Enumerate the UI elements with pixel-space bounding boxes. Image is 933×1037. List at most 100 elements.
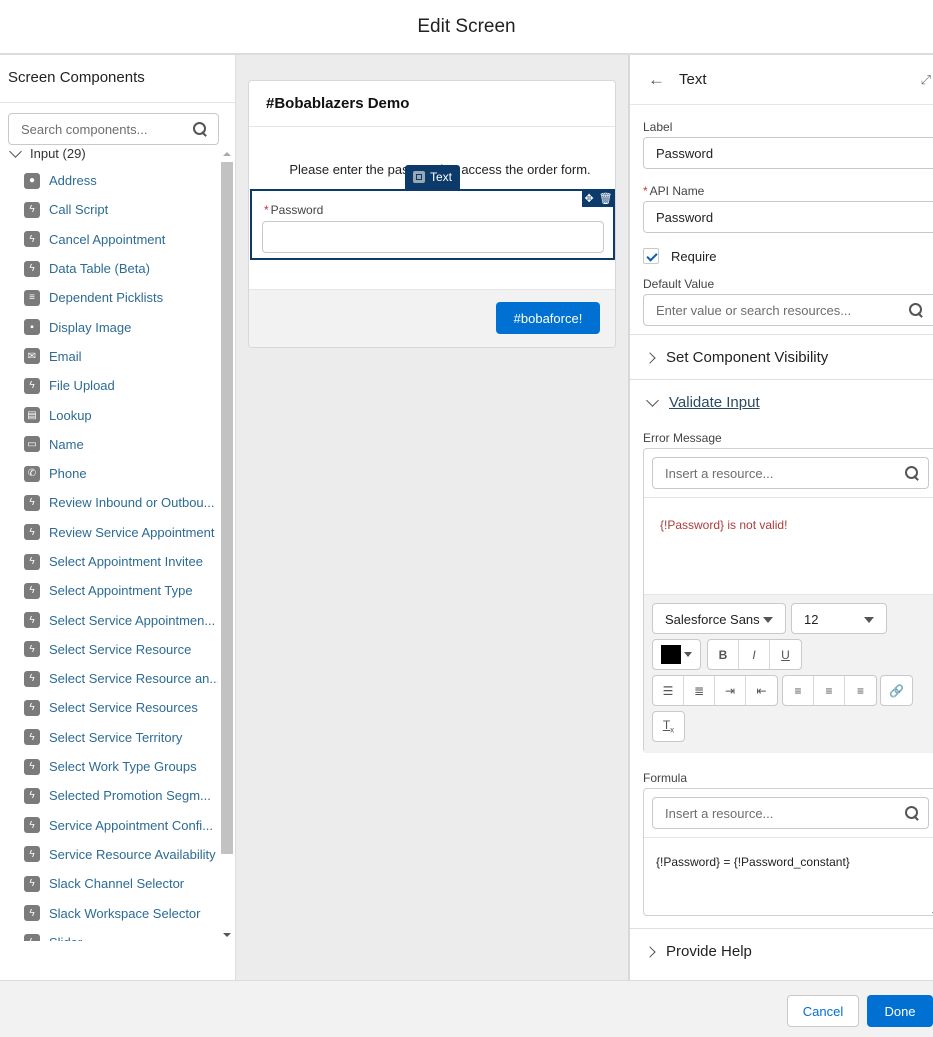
search-icon [905, 806, 920, 821]
list-item[interactable]: ϟ Data Table (Beta) [0, 254, 218, 283]
list-item[interactable]: ▤ Lookup [0, 400, 218, 429]
scroll-down-arrow[interactable] [223, 933, 231, 937]
list-item[interactable]: ϟ Selected Promotion Segm... [0, 781, 218, 810]
align-center-button[interactable]: ≡ [814, 676, 845, 705]
input-group-toggle[interactable]: Input (29) [8, 144, 86, 161]
screen-components-panel: Screen Components Search components... I… [0, 55, 236, 1035]
list-item[interactable]: ✉ Email [0, 342, 218, 371]
list-item[interactable]: ϟ Select Work Type Groups [0, 752, 218, 781]
error-resource-picker[interactable]: Insert a resource... [652, 457, 929, 489]
outdent-button[interactable]: ⇤ [746, 676, 777, 705]
list-item[interactable]: ≡ Dependent Picklists [0, 283, 218, 312]
list-item[interactable]: ✆ Phone [0, 459, 218, 488]
search-components-input[interactable]: Search components... [8, 113, 219, 145]
list-item[interactable]: ▭ Name [0, 430, 218, 459]
list-item-label: File Upload [49, 378, 115, 394]
lightning-icon: ϟ [24, 641, 40, 658]
bold-button[interactable]: B [708, 640, 739, 669]
formula-resource-picker[interactable]: Insert a resource... [652, 797, 929, 829]
list-item[interactable]: ϟ Slack Workspace Selector [0, 898, 218, 927]
label-caption: Label [643, 120, 673, 134]
chip-label: Text [430, 170, 453, 184]
align-right-button[interactable]: ≡ [845, 676, 876, 705]
list-item-label: Select Service Territory [49, 729, 183, 745]
move-icon[interactable]: ✥ [584, 192, 593, 205]
list-item[interactable]: ϟ Select Service Appointmen... [0, 605, 218, 634]
formula-body[interactable]: {!Password} = {!Password_constant} [644, 837, 933, 915]
section-validate-input[interactable]: Validate Input [630, 380, 933, 425]
bullet-list-button[interactable]: ☰ [653, 676, 684, 705]
list-item[interactable]: ϟ Review Inbound or Outbou... [0, 488, 218, 517]
indent-button[interactable]: ⇥ [715, 676, 746, 705]
lightning-icon: ϟ [24, 612, 40, 629]
list-item-label: Service Resource Availability [49, 846, 216, 862]
properties-title: Text [679, 71, 707, 88]
api-name-caption: * API Name [643, 184, 704, 198]
done-button[interactable]: Done [867, 995, 933, 1027]
bobaforce-button[interactable]: #bobaforce! [496, 302, 600, 334]
text-color-picker[interactable] [652, 639, 701, 670]
default-value-input[interactable]: Enter value or search resources... [643, 294, 933, 326]
lightning-icon: ϟ [24, 729, 40, 746]
list-item-label: Review Inbound or Outbou... [49, 495, 215, 511]
list-item[interactable]: ϟ File Upload [0, 371, 218, 400]
image-icon: ▪ [24, 319, 40, 336]
list-item[interactable]: ▪ Display Image [0, 312, 218, 341]
clear-formatting-button[interactable]: Tx [653, 712, 684, 741]
cancel-button[interactable]: Cancel [787, 995, 859, 1027]
api-name-input[interactable]: Password [643, 201, 933, 233]
default-value-placeholder: Enter value or search resources... [656, 303, 852, 318]
delete-icon[interactable]: 🗑 [599, 192, 613, 205]
scrollbar-thumb[interactable] [221, 162, 233, 854]
numbered-list-button[interactable]: ≣ [684, 676, 715, 705]
list-item[interactable]: ● Address [0, 166, 218, 195]
list-item[interactable]: ϟ Select Appointment Invitee [0, 547, 218, 576]
list-item[interactable]: ϟ Review Service Appointment [0, 518, 218, 547]
section-set-component-visibility[interactable]: Set Component Visibility [630, 335, 933, 380]
back-arrow-icon[interactable]: ← [648, 70, 665, 90]
align-group: ≡ ≡ ≡ [782, 675, 877, 706]
required-marker: * [643, 184, 648, 198]
group-label: Input (29) [30, 146, 86, 161]
italic-icon: I [752, 647, 756, 662]
align-left-icon: ≡ [794, 683, 802, 698]
label-input[interactable]: Password [643, 137, 933, 169]
section-provide-help[interactable]: Provide Help [630, 929, 933, 974]
list-item[interactable]: ϟ Select Service Territory [0, 723, 218, 752]
expand-icon[interactable]: ⤢ [921, 72, 931, 88]
scroll-up-arrow[interactable] [223, 152, 231, 156]
link-button[interactable]: 🔗 [881, 676, 912, 705]
list-item[interactable]: ϟ Select Appointment Type [0, 576, 218, 605]
list-item[interactable]: ϟ Service Resource Availability [0, 840, 218, 869]
underline-icon: U [781, 647, 790, 662]
align-left-button[interactable]: ≡ [783, 676, 814, 705]
link-group: 🔗 [880, 675, 913, 706]
font-family-select[interactable]: Salesforce Sans [652, 603, 786, 634]
text-color-button[interactable] [653, 640, 700, 669]
list-item-label: Display Image [49, 319, 132, 335]
indent-icon: ⇥ [724, 683, 736, 698]
error-message-caption: Error Message [643, 431, 722, 445]
list-item-label: Name [49, 436, 84, 452]
scrollbar[interactable] [219, 146, 235, 941]
list-item[interactable]: ϟ Select Service Resource an... [0, 664, 218, 693]
lightning-icon: ϟ [24, 553, 40, 570]
require-checkbox[interactable] [643, 248, 659, 264]
error-message-editor: Insert a resource... {!Password} is not … [643, 448, 933, 753]
lightning-icon: ϟ [24, 494, 40, 511]
list-item[interactable]: ϟ Select Service Resource [0, 635, 218, 664]
list-item[interactable]: ϟ Select Service Resources [0, 693, 218, 722]
list-item[interactable]: ϟ Service Appointment Confi... [0, 811, 218, 840]
password-field-component[interactable]: ✥ 🗑 * Password [250, 189, 615, 260]
list-item[interactable]: ϟ Slack Channel Selector [0, 869, 218, 898]
list-item[interactable]: ϟ Call Script [0, 195, 218, 224]
font-size-select[interactable]: 12 [791, 603, 887, 634]
password-input[interactable] [262, 221, 604, 253]
search-icon [909, 303, 924, 318]
list-item[interactable]: ϟ Slider [0, 928, 218, 941]
underline-button[interactable]: U [770, 640, 801, 669]
error-message-body[interactable]: {!Password} is not valid! [644, 497, 933, 593]
italic-button[interactable]: I [739, 640, 770, 669]
list-item[interactable]: ϟ Cancel Appointment [0, 225, 218, 254]
require-checkbox-row[interactable]: Require [643, 248, 717, 264]
